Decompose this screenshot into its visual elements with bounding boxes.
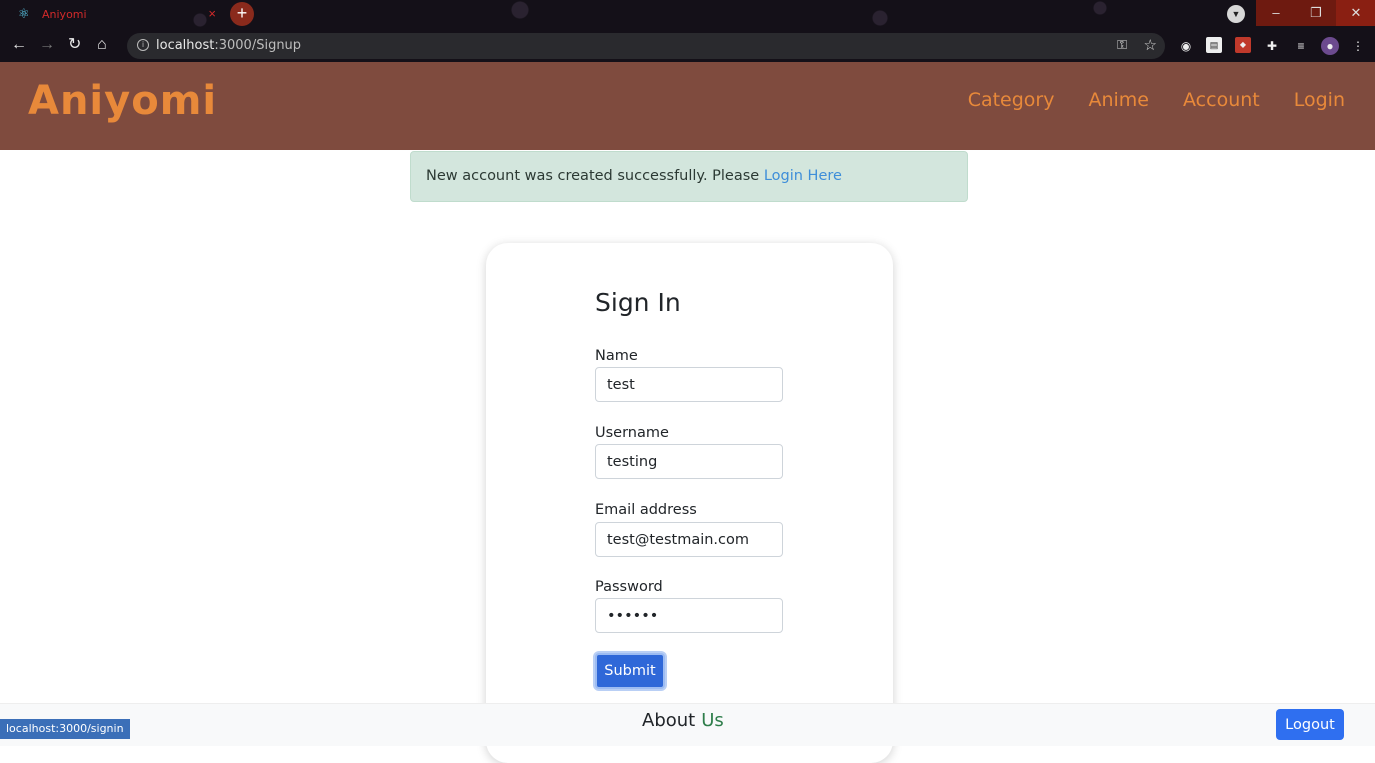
info-icon[interactable]: i <box>137 39 149 51</box>
email-label: Email address <box>595 502 697 518</box>
kebab-menu-icon[interactable]: ⋮ <box>1349 37 1367 55</box>
home-icon[interactable]: ⌂ <box>97 36 107 54</box>
status-url-tooltip: localhost:3000/signin <box>0 719 130 739</box>
avatar[interactable]: ● <box>1321 37 1339 55</box>
logout-button[interactable]: Logout <box>1276 709 1344 740</box>
address-bar[interactable]: i localhost:3000/Signup ⚿ ☆ <box>127 33 1165 59</box>
success-alert: New account was created successfully. Pl… <box>410 151 968 202</box>
browser-tab[interactable]: ⚛ Aniyomi × <box>8 2 222 26</box>
about-us-link[interactable]: About Us <box>642 710 724 731</box>
name-label: Name <box>595 348 638 364</box>
password-label: Password <box>595 579 663 595</box>
star-icon[interactable]: ☆ <box>1144 36 1157 54</box>
site-navbar: Aniyomi Category Anime Account Login <box>0 62 1375 150</box>
email-field[interactable] <box>595 522 783 557</box>
username-label: Username <box>595 425 669 441</box>
brand-logo[interactable]: Aniyomi <box>28 78 217 124</box>
close-window-button[interactable]: ✕ <box>1336 0 1375 26</box>
alert-message: New account was created successfully. Pl… <box>426 168 842 184</box>
page-title: Sign In <box>595 288 681 317</box>
queue-icon[interactable]: ≡ <box>1292 37 1310 55</box>
react-icon: ⚛ <box>18 6 30 21</box>
key-icon[interactable]: ⚿ <box>1117 37 1127 53</box>
nav-link-anime[interactable]: Anime <box>1088 89 1149 111</box>
restore-button[interactable]: ❐ <box>1296 0 1336 26</box>
password-field[interactable] <box>595 598 783 633</box>
nav-link-account[interactable]: Account <box>1183 89 1260 111</box>
nav-links: Category Anime Account Login <box>968 89 1345 111</box>
reload-icon[interactable]: ↻ <box>68 36 81 54</box>
extension-icon[interactable]: ▤ <box>1206 37 1222 53</box>
nav-link-category[interactable]: Category <box>968 89 1055 111</box>
chevron-down-icon[interactable]: ▼ <box>1227 5 1245 23</box>
tab-title: Aniyomi <box>42 7 87 21</box>
eye-extension-icon[interactable]: ◉ <box>1177 37 1195 55</box>
back-icon[interactable]: ← <box>11 36 27 54</box>
submit-button[interactable]: Submit <box>595 653 665 689</box>
nav-link-login[interactable]: Login <box>1294 89 1345 111</box>
forward-icon[interactable]: → <box>39 36 55 54</box>
name-field[interactable] <box>595 367 783 402</box>
browser-chrome: ⚛ Aniyomi × + ▼ – ❐ ✕ ← → ↻ ⌂ i localhos… <box>0 0 1375 62</box>
close-tab-icon[interactable]: × <box>208 6 216 21</box>
username-field[interactable] <box>595 444 783 479</box>
login-here-link[interactable]: Login Here <box>764 168 842 184</box>
ublock-icon[interactable]: ◆ <box>1235 37 1251 53</box>
url-text[interactable]: localhost:3000/Signup <box>156 38 301 53</box>
signin-card: Sign In Name Username Email address Pass… <box>486 243 893 763</box>
minimize-button[interactable]: – <box>1256 0 1296 26</box>
new-tab-button[interactable]: + <box>230 2 254 26</box>
puzzle-icon[interactable]: ✚ <box>1263 37 1281 55</box>
footer: About Us Logout <box>0 703 1375 746</box>
